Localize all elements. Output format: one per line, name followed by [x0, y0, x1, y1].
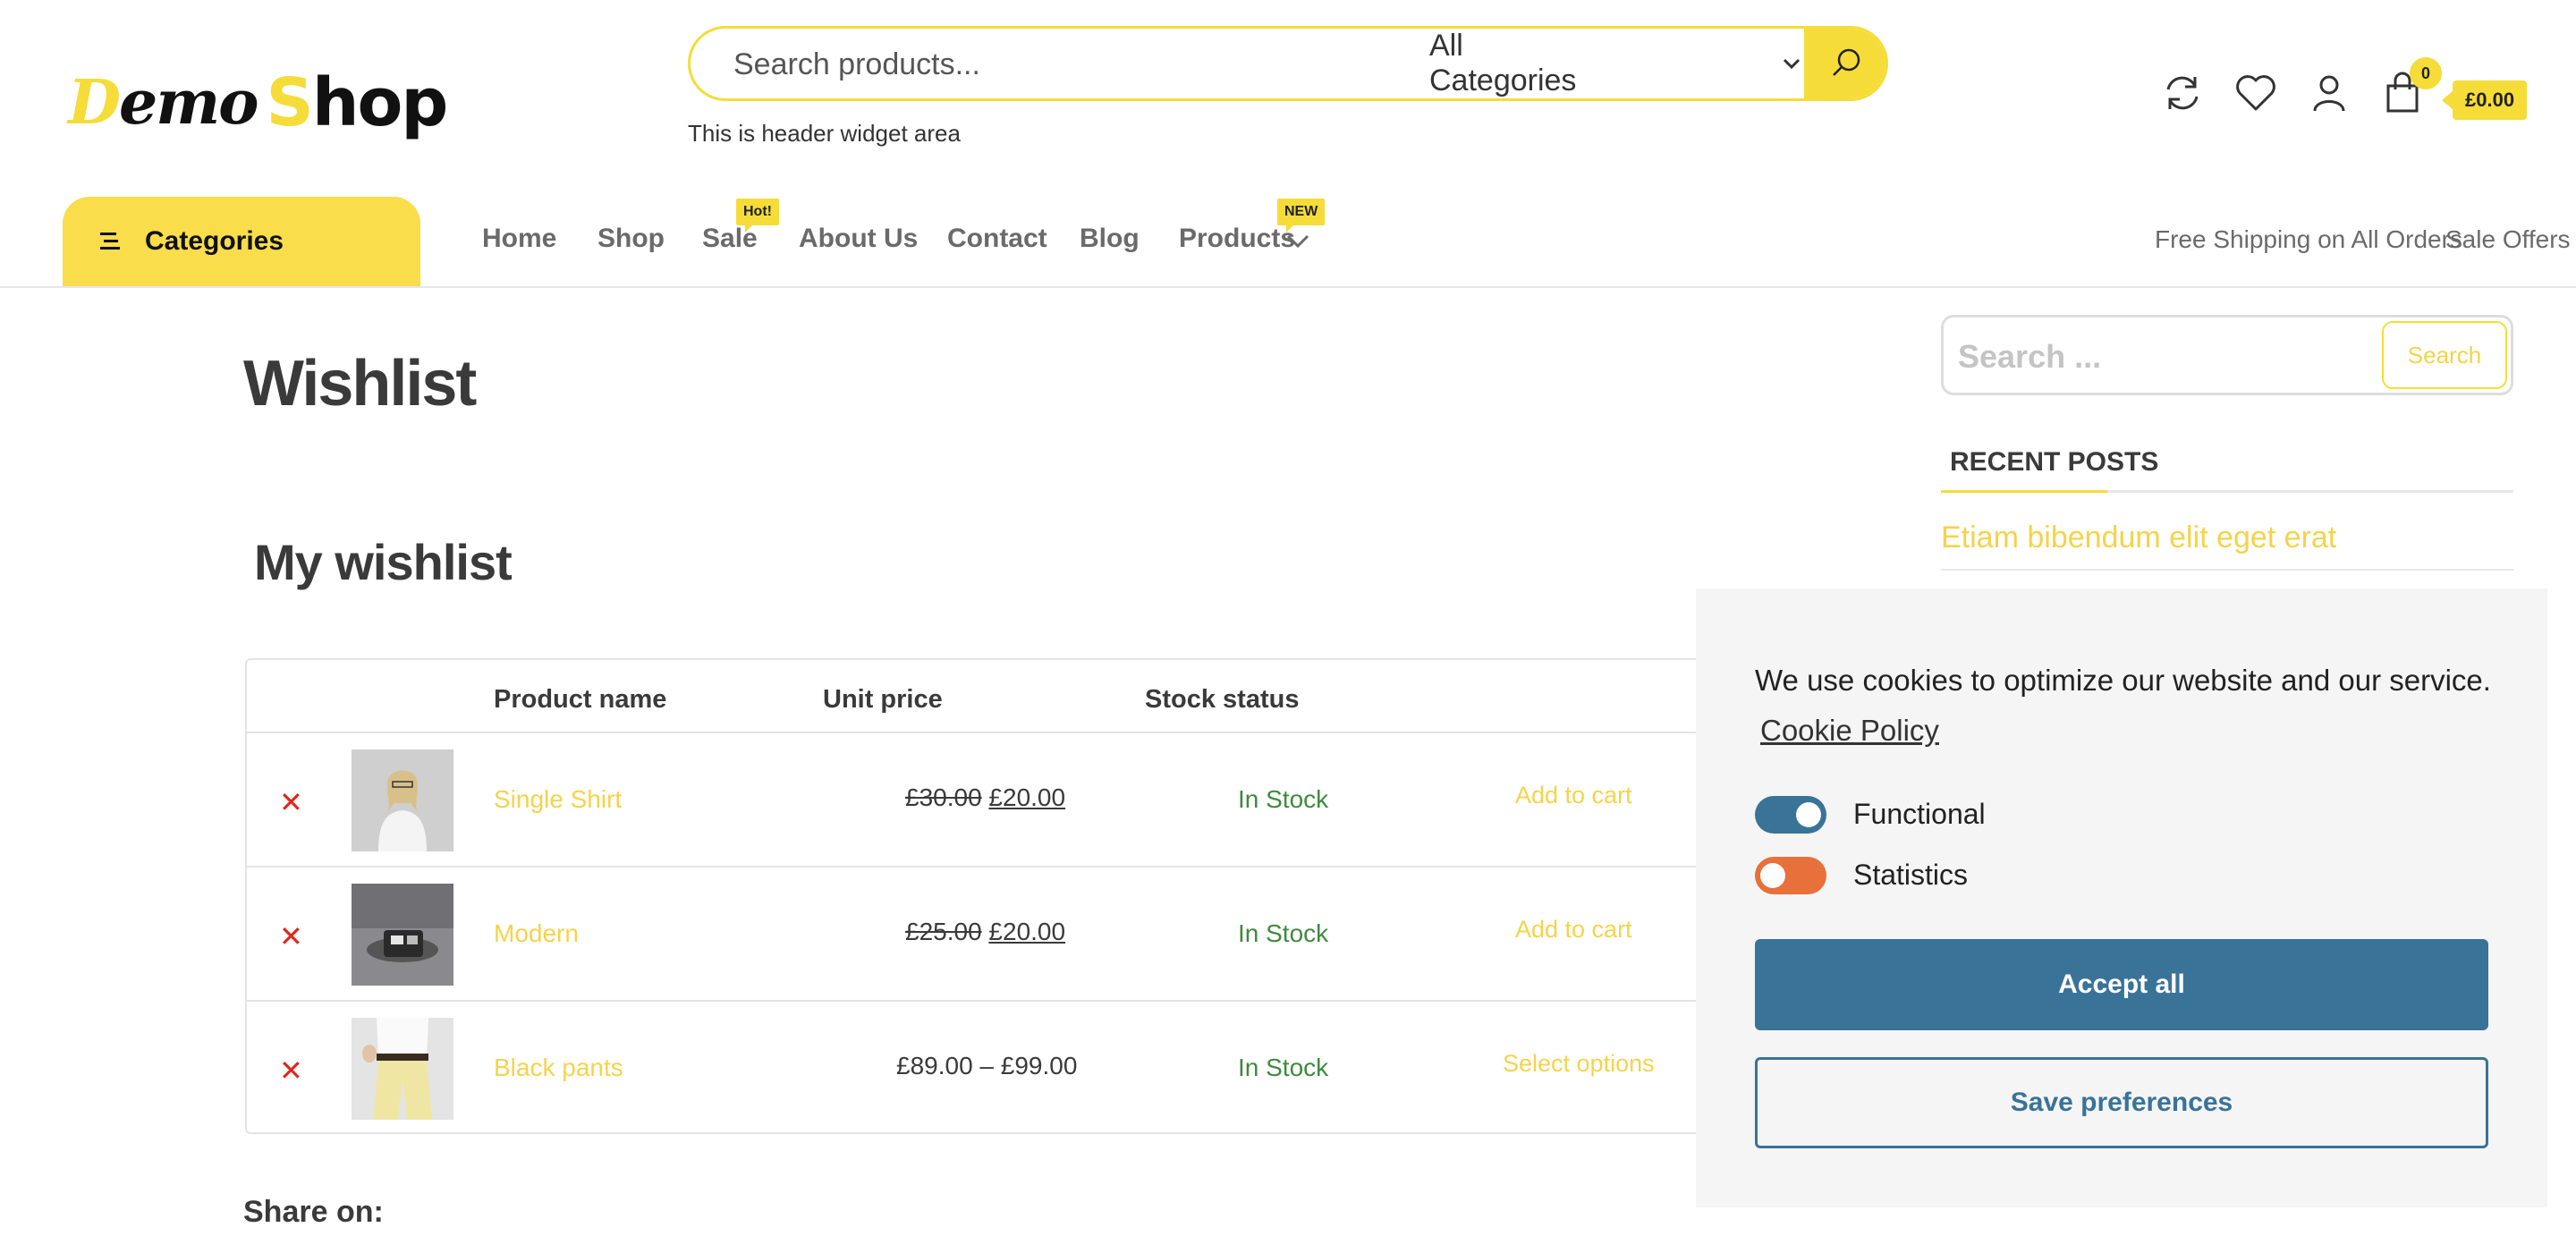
product-search-bar: All Categories	[688, 26, 1888, 101]
product-name-link[interactable]: Modern	[494, 919, 579, 948]
page-title: Wishlist	[243, 348, 477, 419]
remove-icon[interactable]: ✕	[279, 1054, 303, 1088]
share-label: Share on:	[243, 1195, 384, 1229]
stock-status: In Stock	[1238, 919, 1329, 947]
sale-offers-link[interactable]: Sale Offers	[2445, 225, 2571, 254]
recent-posts-divider	[1941, 490, 2513, 493]
header-stock-status: Stock status	[1145, 685, 1300, 714]
categories-button[interactable]: Categories	[63, 197, 420, 286]
search-icon	[1833, 48, 1860, 76]
header-widget-text: This is header widget area	[688, 120, 961, 147]
site-logo[interactable]: Demo Shop	[68, 63, 449, 143]
table-row: ✕ Black pants £89.00 – £99.00 In Stock S…	[247, 1000, 1803, 1136]
product-thumbnail[interactable]	[352, 1018, 453, 1120]
product-thumbnail[interactable]	[352, 749, 453, 851]
product-name-link[interactable]: Black pants	[494, 1054, 623, 1082]
refresh-icon[interactable]	[2159, 70, 2206, 116]
hot-badge: Hot!	[736, 199, 779, 233]
unit-price: £89.00 – £99.00	[896, 1052, 1078, 1079]
nav-about-us[interactable]: About Us	[799, 224, 918, 259]
table-row: ✕ Single Shirt £30.00 £20.00 In Stock Ad…	[247, 732, 1803, 868]
old-price: £30.00	[905, 783, 982, 811]
nav-blog[interactable]: Blog	[1080, 224, 1140, 259]
sale-price: £20.00	[988, 918, 1066, 945]
remove-icon[interactable]: ✕	[279, 919, 303, 953]
accept-all-button[interactable]: Accept all	[1755, 939, 2488, 1030]
chevron-down-icon[interactable]	[1778, 50, 1805, 77]
product-thumbnail[interactable]	[352, 884, 453, 986]
nav-contact[interactable]: Contact	[947, 224, 1047, 259]
category-select-value: All Categories	[1429, 29, 1577, 97]
add-to-cart-button[interactable]: Add to cart	[1515, 916, 1632, 944]
nav-divider	[0, 286, 2576, 288]
header-product-name: Product name	[494, 685, 667, 714]
functional-toggle[interactable]	[1755, 796, 1826, 834]
heart-icon[interactable]	[2233, 70, 2279, 116]
sidebar-search: Search	[1941, 315, 2513, 395]
post-divider	[1941, 569, 2513, 571]
logo-word-demo: Demo	[68, 67, 259, 139]
recent-post-link[interactable]: Etiam bibendum elit eget erat	[1941, 521, 2336, 555]
unit-price: £30.00 £20.00	[905, 783, 1263, 812]
nav-home[interactable]: Home	[482, 224, 556, 259]
add-to-cart-button[interactable]: Add to cart	[1515, 782, 1632, 809]
categories-label: Categories	[145, 226, 284, 256]
cart-total[interactable]: £0.00	[2441, 80, 2528, 120]
statistics-toggle[interactable]	[1755, 857, 1826, 894]
unit-price: £25.00 £20.00	[905, 918, 1263, 946]
product-name-link[interactable]: Single Shirt	[494, 785, 622, 814]
functional-label: Functional	[1853, 798, 1986, 830]
user-icon[interactable]	[2306, 70, 2352, 116]
sidebar-search-button[interactable]: Search	[2382, 321, 2507, 389]
header-unit-price: Unit price	[823, 685, 943, 714]
nav-products[interactable]: Products	[1179, 224, 1295, 259]
cookie-banner: We use cookies to optimize our website a…	[1696, 588, 2547, 1207]
free-shipping-link[interactable]: Free Shipping on All Orders	[2155, 225, 2462, 254]
search-button[interactable]	[1804, 29, 1885, 98]
recent-posts-title: RECENT POSTS	[1950, 447, 2159, 477]
wishlist-title: My wishlist	[254, 534, 513, 590]
nav-shop[interactable]: Shop	[597, 224, 665, 259]
category-select[interactable]: All Categories	[1429, 29, 1608, 98]
new-badge: NEW	[1277, 199, 1326, 233]
menu-icon	[100, 233, 120, 250]
cookie-message: We use cookies to optimize our website a…	[1755, 664, 2491, 697]
table-row: ✕ Modern £25.00 £20.00 In Stock Add to c…	[247, 866, 1803, 1002]
save-preferences-button[interactable]: Save preferences	[1755, 1057, 2488, 1148]
wishlist-table: Product name Unit price Stock status ✕ S…	[245, 658, 1803, 1136]
cookie-policy-link[interactable]: Cookie Policy	[1760, 714, 1939, 748]
sidebar-search-input[interactable]	[1956, 332, 2353, 382]
cart-count-badge: 0	[2410, 57, 2442, 89]
product-search-input[interactable]	[732, 29, 1361, 98]
stock-status: In Stock	[1238, 785, 1329, 813]
remove-icon[interactable]: ✕	[279, 785, 303, 819]
select-options-button[interactable]: Select options	[1503, 1050, 1655, 1078]
logo-word-shop: Shop	[266, 64, 449, 141]
stock-status: In Stock	[1238, 1054, 1329, 1081]
chevron-down-icon[interactable]	[1284, 229, 1311, 252]
statistics-label: Statistics	[1853, 859, 1969, 891]
sale-price: £20.00	[988, 783, 1066, 811]
old-price: £25.00	[905, 918, 982, 945]
